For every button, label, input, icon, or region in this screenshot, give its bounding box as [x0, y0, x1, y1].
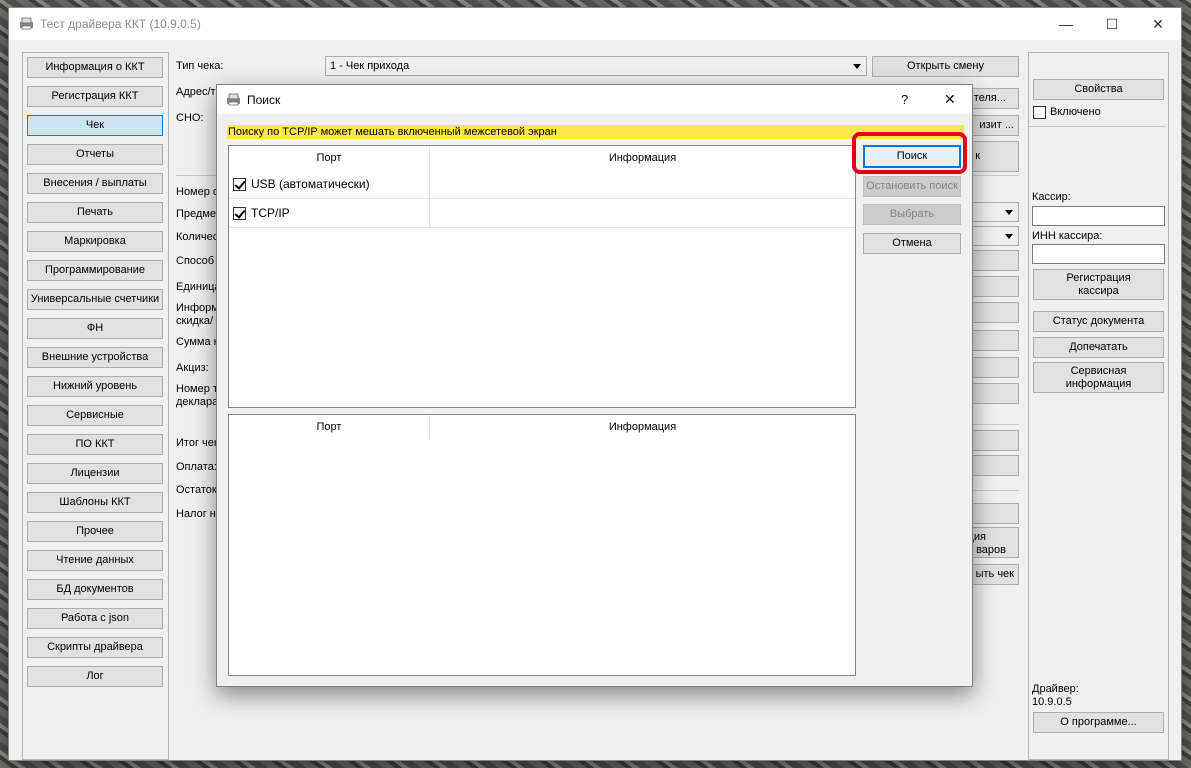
right-panel: [1028, 52, 1169, 760]
close-icon: ✕: [1152, 15, 1164, 32]
window-title: Тест драйвера ККТ (10.9.0.5): [40, 17, 201, 31]
partial-label: деклара: [176, 396, 219, 408]
properties-button[interactable]: Свойства: [1033, 79, 1164, 100]
tcpip-checkbox[interactable]: [233, 207, 246, 220]
cashier-inn-input[interactable]: [1032, 244, 1165, 264]
title-bar: Тест драйвера ККТ (10.9.0.5) — ☐ ✕: [9, 8, 1181, 40]
table-row[interactable]: TCP/IP: [229, 199, 855, 228]
sidebar-item[interactable]: ПО ККТ: [27, 434, 163, 455]
driver-label: Драйвер:: [1032, 683, 1079, 695]
receipt-type-select[interactable]: 1 - Чек прихода: [325, 56, 867, 76]
cell-separator: [429, 199, 430, 227]
partial-label: Предмет: [176, 208, 221, 220]
register-cashier-label: Регистрация кассира: [1066, 271, 1131, 297]
service-info-button[interactable]: Сервисная информация: [1033, 362, 1164, 393]
enabled-checkbox[interactable]: [1033, 106, 1046, 119]
sidebar-item[interactable]: Шаблоны ККТ: [27, 492, 163, 513]
close-button[interactable]: ✕: [1135, 8, 1181, 40]
minimize-button[interactable]: —: [1043, 8, 1089, 40]
partial-label: Номер о: [176, 186, 220, 198]
results-grid: Порт Информация: [228, 414, 856, 676]
sidebar-item[interactable]: Внешние устройства: [27, 347, 163, 368]
firewall-warning: Поиску по TCP/IP может мешать включенный…: [227, 125, 964, 139]
sidebar-item[interactable]: Универсальные счетчики: [27, 289, 163, 310]
partial-label: скидка/: [176, 315, 214, 327]
partial-label: Информ: [176, 302, 219, 314]
sidebar-item[interactable]: Работа с json: [27, 608, 163, 629]
partial-button-5-line2: варов: [976, 544, 1006, 556]
partial-label: Итог чек: [176, 437, 219, 449]
partial-label: Оплата:: [176, 461, 217, 473]
cell-separator: [429, 170, 430, 198]
dialog-title: Поиск: [247, 93, 281, 107]
register-cashier-button[interactable]: Регистрация кассира: [1033, 269, 1164, 300]
divider: [1029, 126, 1166, 127]
service-info-label: Сервисная информация: [1065, 364, 1132, 390]
reprint-button[interactable]: Допечатать: [1033, 337, 1164, 358]
partial-label: Акциз:: [176, 362, 209, 374]
column-header-info: Информация: [608, 421, 677, 433]
cashier-label: Кассир:: [1032, 191, 1071, 203]
search-dialog: Поиск ? ✕ Поиску по TCP/IP может мешать …: [216, 84, 973, 687]
enabled-label: Включено: [1050, 106, 1101, 118]
cancel-button[interactable]: Отмена: [863, 233, 961, 254]
sidebar-item[interactable]: Печать: [27, 202, 163, 223]
sidebar-item[interactable]: Скрипты драйвера: [27, 637, 163, 658]
sidebar-item[interactable]: Лог: [27, 666, 163, 687]
partial-label: Налог н: [176, 508, 216, 520]
sidebar-item[interactable]: Прочее: [27, 521, 163, 542]
usb-label: USB (автоматически): [251, 177, 370, 191]
about-button[interactable]: О программе...: [1033, 712, 1164, 733]
receipt-type-value: 1 - Чек прихода: [330, 60, 410, 72]
column-header-port: Порт: [316, 421, 342, 433]
chevron-down-icon: [1005, 210, 1013, 215]
sidebar-item[interactable]: Маркировка: [27, 231, 163, 252]
table-row[interactable]: USB (автоматически): [229, 170, 855, 199]
sidebar-item[interactable]: Программирование: [27, 260, 163, 281]
sidebar-item[interactable]: Отчеты: [27, 144, 163, 165]
partial-button-5-line1: ция: [967, 531, 986, 543]
printer-app-icon: [20, 17, 33, 30]
sidebar-item[interactable]: Чтение данных: [27, 550, 163, 571]
tcpip-label: TCP/IP: [251, 206, 290, 220]
sidebar-item[interactable]: Нижний уровень: [27, 376, 163, 397]
sidebar-item[interactable]: Сервисные: [27, 405, 163, 426]
usb-checkbox[interactable]: [233, 178, 246, 191]
sidebar-item[interactable]: БД документов: [27, 579, 163, 600]
partial-label: Количес: [176, 231, 219, 243]
maximize-icon: ☐: [1105, 15, 1119, 32]
sidebar-item[interactable]: Лицензии: [27, 463, 163, 484]
receipt-type-label: Тип чека:: [176, 60, 224, 72]
cashier-inn-label: ИНН кассира:: [1032, 230, 1103, 242]
open-shift-button[interactable]: Открыть смену: [872, 56, 1019, 77]
sidebar-item[interactable]: Чек: [27, 115, 163, 136]
doc-status-button[interactable]: Статус документа: [1033, 311, 1164, 332]
dialog-close-icon[interactable]: ✕: [944, 91, 956, 108]
sidebar-item[interactable]: Внесения / выплаты: [27, 173, 163, 194]
partial-label: Единица: [176, 281, 221, 293]
sidebar-item[interactable]: ФН: [27, 318, 163, 339]
sidebar-item[interactable]: Информация о ККТ: [27, 57, 163, 78]
address-label: Адрес/т: [176, 86, 216, 98]
sidebar-item[interactable]: Регистрация ККТ: [27, 86, 163, 107]
column-header-port: Порт: [316, 152, 342, 164]
minimize-icon: —: [1059, 16, 1073, 32]
maximize-button[interactable]: ☐: [1089, 8, 1135, 40]
search-button[interactable]: Поиск: [863, 145, 961, 168]
dialog-title-bar: Поиск ? ✕: [217, 85, 972, 114]
chevron-down-icon: [853, 64, 861, 69]
ports-grid: Порт Информация USB (автоматически) TCP/…: [228, 145, 856, 408]
sno-label: СНО:: [176, 112, 204, 124]
driver-version: 10.9.0.5: [1032, 696, 1072, 708]
partial-label: Сумма н: [176, 336, 220, 348]
partial-label: Остаток: [176, 484, 217, 496]
printer-app-icon: [227, 93, 240, 106]
partial-label: Номер т: [176, 383, 218, 395]
column-header-info: Информация: [608, 152, 677, 164]
chevron-down-icon: [1005, 234, 1013, 239]
select-button[interactable]: Выбрать: [863, 204, 961, 225]
cashier-input[interactable]: [1032, 206, 1165, 226]
stop-search-button[interactable]: Остановить поиск: [863, 176, 961, 197]
help-icon[interactable]: ?: [901, 92, 908, 107]
